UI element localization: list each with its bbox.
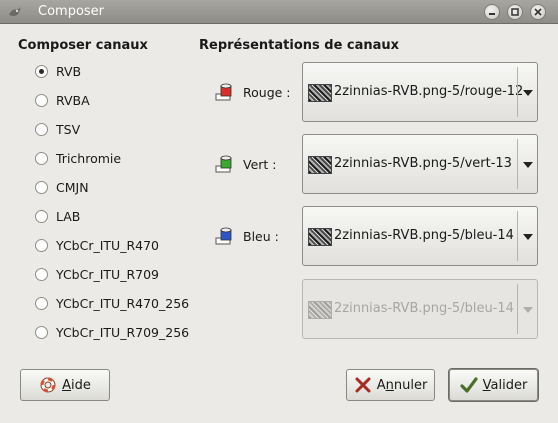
radio-button[interactable] [35, 180, 48, 194]
radio-button[interactable] [35, 151, 48, 165]
help-label-rest: ide [71, 377, 91, 393]
radio-label: RVBA [56, 92, 90, 108]
channel-value: 2zinnias-RVB.png-5/rouge-12 [334, 84, 524, 99]
radio-option-9[interactable]: YCbCr_ITU_R709_256 [35, 322, 189, 342]
channel-thumbnail [308, 156, 332, 174]
channel-thumbnail [308, 228, 332, 246]
radio-option-8[interactable]: YCbCr_ITU_R470_256 [35, 293, 189, 313]
radio-label: YCbCr_ITU_R709_256 [56, 324, 190, 340]
channel-cylinder-icon [215, 227, 232, 245]
channel-cylinder-icon [215, 155, 232, 173]
dropdown-arrow-icon [523, 307, 533, 313]
minimize-button[interactable] [484, 4, 500, 20]
channel-value: 2zinnias-RVB.png-5/bleu-14 [334, 228, 514, 243]
ok-label-rest: alider [490, 377, 528, 393]
combo-separator [517, 67, 518, 117]
radio-option-3[interactable]: Trichromie [35, 148, 121, 168]
lifebuoy-icon [40, 377, 56, 393]
channel-4-combo: 2zinnias-RVB.png-5/bleu-14 [302, 279, 538, 339]
help-label: Aide [62, 378, 91, 393]
channel-label-0: Rouge : [215, 82, 291, 102]
cancel-label-pre: A [376, 377, 386, 393]
dropdown-arrow-icon[interactable] [523, 234, 533, 240]
radio-button[interactable] [35, 267, 48, 281]
window-title: Composer [38, 4, 105, 19]
radio-option-2[interactable]: TSV [35, 119, 80, 139]
radio-option-0[interactable]: RVB [35, 61, 81, 81]
title-bar: Composer [0, 0, 558, 24]
radio-option-7[interactable]: YCbCr_ITU_R709 [35, 264, 159, 284]
channel-label-text: Bleu : [243, 228, 279, 244]
radio-label: YCbCr_ITU_R470_256 [56, 295, 190, 311]
channel-label-text: Rouge : [243, 84, 291, 100]
cancel-label-rest: nuler [393, 377, 428, 393]
cancel-button[interactable]: Annuler [346, 369, 435, 401]
channel-4-value: 2zinnias-RVB.png-5/bleu-14 [334, 301, 514, 316]
radio-button[interactable] [35, 238, 48, 252]
wilber-icon [9, 7, 21, 16]
radio-label: YCbCr_ITU_R709 [56, 266, 159, 282]
radio-option-4[interactable]: CMJN [35, 177, 89, 197]
x-icon [355, 377, 371, 393]
channel-label-text: Vert : [243, 156, 277, 172]
channel-representations-heading: Représentations de canaux [199, 38, 400, 53]
channel-label-1: Vert : [215, 154, 277, 174]
radio-option-6[interactable]: YCbCr_ITU_R470 [35, 235, 159, 255]
radio-label: LAB [56, 208, 81, 224]
ok-button[interactable]: Valider [449, 369, 538, 401]
radio-button[interactable] [35, 325, 48, 339]
compose-channels-heading: Composer canaux [18, 38, 148, 53]
radio-label: RVB [56, 63, 82, 79]
close-icon [534, 8, 542, 16]
radio-button[interactable] [35, 122, 48, 136]
ok-mnemonic: V [482, 377, 491, 393]
dropdown-arrow-icon[interactable] [523, 162, 533, 168]
radio-button[interactable] [35, 64, 48, 78]
minimize-icon [489, 13, 495, 15]
radio-label: YCbCr_ITU_R470 [56, 237, 159, 253]
radio-option-5[interactable]: LAB [35, 206, 80, 226]
channel-value: 2zinnias-RVB.png-5/vert-13 [334, 156, 512, 171]
radio-label: TSV [56, 121, 81, 137]
cancel-mnemonic: n [385, 377, 394, 393]
combo-separator [517, 211, 518, 261]
checkmark-icon [460, 377, 478, 393]
channel-combo-1[interactable]: 2zinnias-RVB.png-5/vert-13 [302, 134, 538, 194]
radio-label: Trichromie [56, 150, 122, 166]
cancel-label: Annuler [377, 378, 428, 393]
help-mnemonic: A [62, 377, 72, 393]
close-button[interactable] [530, 4, 546, 20]
channel-combo-2[interactable]: 2zinnias-RVB.png-5/bleu-14 [302, 206, 538, 266]
radio-button[interactable] [35, 93, 48, 107]
combo-separator [517, 284, 518, 334]
radio-label: CMJN [56, 179, 89, 195]
ok-label: Valider [483, 378, 528, 393]
channel-combo-0[interactable]: 2zinnias-RVB.png-5/rouge-12 [302, 62, 538, 122]
radio-button[interactable] [35, 296, 48, 310]
combo-separator [517, 139, 518, 189]
maximize-button[interactable] [507, 4, 523, 20]
maximize-icon [511, 8, 519, 16]
channel-thumbnail [308, 84, 332, 102]
channel-label-2: Bleu : [215, 226, 279, 246]
radio-button[interactable] [35, 209, 48, 223]
help-button[interactable]: Aide [20, 369, 110, 401]
channel-cylinder-icon [215, 83, 232, 101]
channel-thumbnail [308, 301, 332, 319]
radio-option-1[interactable]: RVBA [35, 90, 90, 110]
dropdown-arrow-icon[interactable] [523, 90, 533, 96]
